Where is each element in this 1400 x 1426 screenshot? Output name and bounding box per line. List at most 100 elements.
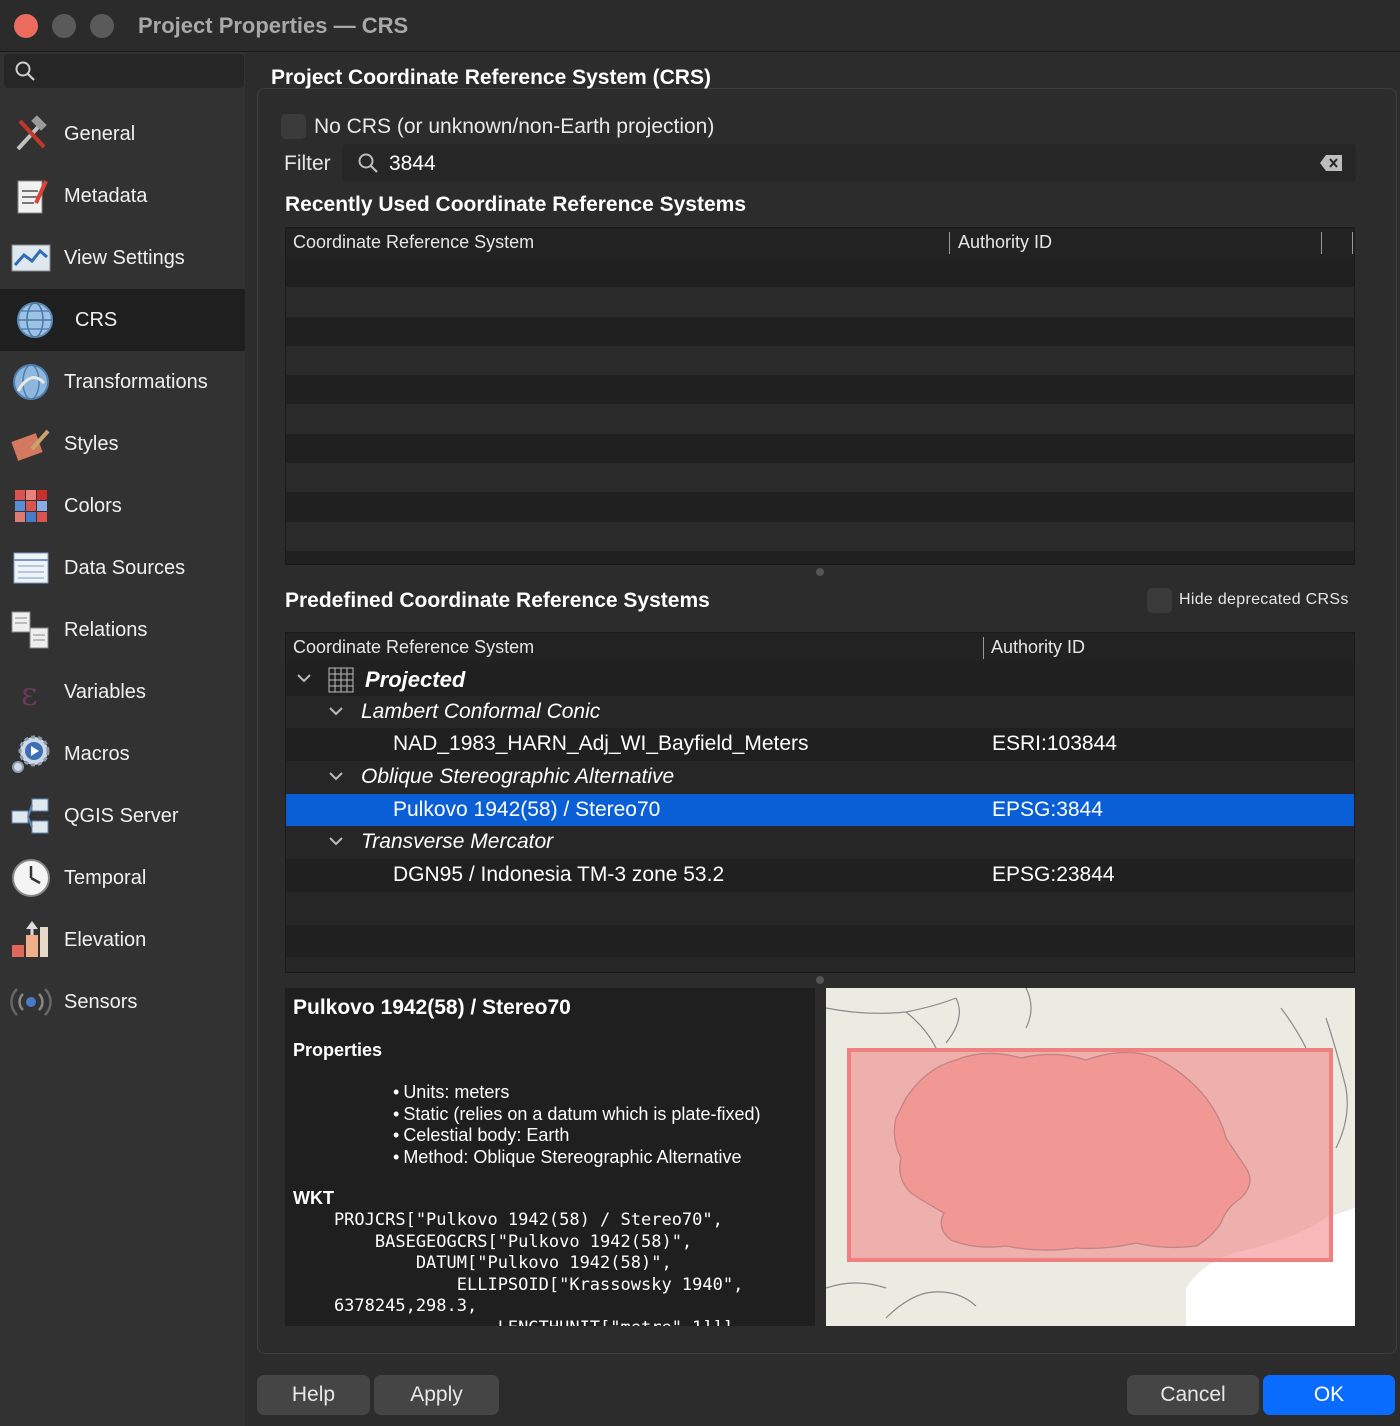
sidebar-item-label: Data Sources [64, 556, 186, 579]
sidebar-item-label: Styles [64, 432, 119, 455]
help-button[interactable]: Help [257, 1375, 370, 1415]
property-item: Static (relies on a datum which is plate… [393, 1104, 760, 1126]
tree-row-projected[interactable]: Projected [286, 663, 1354, 696]
tree-row-lambert[interactable]: Lambert Conformal Conic [286, 695, 1354, 729]
sidebar-item-label: Relations [64, 618, 148, 641]
predefined-crs-tree[interactable]: Coordinate Reference System Authority ID… [285, 632, 1355, 973]
no-crs-label: No CRS (or unknown/non-Earth projection) [314, 115, 715, 138]
empty-row [286, 463, 1354, 493]
sidebar-item-general[interactable]: General [0, 103, 245, 165]
properties-heading: Properties [293, 1040, 383, 1060]
sidebar-item-variables[interactable]: ε Variables [0, 661, 245, 723]
properties-list: Units: meters Static (relies on a datum … [393, 1082, 760, 1168]
elevation-icon [10, 919, 52, 961]
tree-row-transverse[interactable]: Transverse Mercator [286, 826, 1354, 860]
predefined-table-header: Coordinate Reference System Authority ID [286, 633, 1354, 663]
filter-input[interactable]: 3844 [342, 144, 1356, 182]
sidebar-item-label: General [64, 122, 136, 145]
relations-icon [10, 609, 52, 651]
search-icon [358, 153, 378, 173]
sidebar-item-transformations[interactable]: Transformations [0, 351, 245, 413]
empty-row [286, 375, 1354, 404]
predefined-crs-title: Predefined Coordinate Reference Systems [285, 589, 710, 612]
sidebar-item-crs[interactable]: CRS [0, 289, 245, 351]
sidebar-item-label: Colors [64, 494, 122, 517]
empty-row [286, 258, 1354, 287]
sidebar-item-label: QGIS Server [64, 804, 179, 827]
svg-text:ε: ε [21, 675, 38, 713]
sidebar-search-input[interactable] [4, 54, 244, 88]
recent-crs-table[interactable]: Coordinate Reference System Authority ID [285, 227, 1355, 565]
crs-globe-icon [14, 299, 56, 341]
sidebar-item-macros[interactable]: Macros [0, 723, 245, 785]
sidebar-item-label: Variables [64, 680, 146, 703]
sidebar-item-styles[interactable]: Styles [0, 413, 245, 475]
empty-row [286, 345, 1354, 376]
tree-label: Oblique Stereographic Alternative [361, 765, 675, 789]
variables-icon: ε [10, 671, 52, 713]
sidebar-item-elevation[interactable]: Elevation [0, 909, 245, 971]
crs-info-panel: Pulkovo 1942(58) / Stereo70 Properties U… [285, 988, 815, 1326]
column-header-authority-id[interactable]: Authority ID [991, 637, 1085, 658]
sidebar-item-temporal[interactable]: Temporal [0, 847, 245, 909]
hide-deprecated-checkbox[interactable] [1147, 588, 1172, 613]
qgis-server-icon [10, 795, 52, 837]
empty-row [286, 521, 1354, 551]
no-crs-checkbox[interactable] [281, 114, 306, 139]
property-item: Celestial body: Earth [393, 1125, 760, 1147]
sidebar: General Metadata View Settings CRS Trans… [0, 52, 245, 1426]
extent-map-canvas [826, 988, 1355, 1326]
column-divider [1352, 232, 1353, 254]
close-window-button[interactable] [14, 14, 38, 38]
column-header-crs[interactable]: Coordinate Reference System [293, 637, 534, 658]
sidebar-item-metadata[interactable]: Metadata [0, 165, 245, 227]
filter-label: Filter [284, 152, 331, 175]
ok-button[interactable]: OK [1263, 1375, 1395, 1415]
clear-filter-icon[interactable] [1320, 155, 1342, 171]
property-item: Units: meters [393, 1082, 760, 1104]
grid-projection-icon [328, 667, 354, 693]
maximize-window-button[interactable] [90, 14, 114, 38]
apply-button[interactable]: Apply [374, 1375, 499, 1415]
sidebar-item-label: Elevation [64, 928, 147, 951]
group-title: Project Coordinate Reference System (CRS… [271, 66, 711, 89]
sidebar-item-colors[interactable]: Colors [0, 475, 245, 537]
chevron-down-icon[interactable] [296, 671, 312, 685]
recent-crs-title: Recently Used Coordinate Reference Syste… [285, 193, 747, 216]
empty-row [286, 404, 1354, 434]
column-header-authority-id[interactable]: Authority ID [958, 232, 1052, 253]
splitter-handle[interactable] [816, 976, 824, 984]
sidebar-item-qgis-server[interactable]: QGIS Server [0, 785, 245, 847]
filter-value: 3844 [389, 152, 436, 175]
sidebar-item-label: Macros [64, 742, 130, 765]
chevron-down-icon[interactable] [328, 704, 344, 718]
chevron-down-icon[interactable] [328, 769, 344, 783]
cancel-button[interactable]: Cancel [1127, 1375, 1259, 1415]
search-icon [15, 61, 35, 81]
empty-row [286, 492, 1354, 521]
sidebar-item-view-settings[interactable]: View Settings [0, 227, 245, 289]
transformations-icon [10, 361, 52, 403]
sidebar-item-relations[interactable]: Relations [0, 599, 245, 661]
wkt-heading: WKT [293, 1188, 334, 1208]
crs-extent-map[interactable] [826, 988, 1355, 1326]
sidebar-item-data-sources[interactable]: Data Sources [0, 537, 245, 599]
empty-row [286, 317, 1354, 346]
tree-label: Transverse Mercator [361, 830, 554, 854]
minimize-window-button[interactable] [52, 14, 76, 38]
splitter-handle[interactable] [816, 568, 824, 576]
tree-row-crs-item[interactable]: DGN95 / Indonesia TM-3 zone 53.2 EPSG:23… [286, 859, 1354, 892]
tree-row-crs-item-selected[interactable]: Pulkovo 1942(58) / Stereo70 EPSG:3844 [286, 793, 1354, 827]
column-header-crs[interactable]: Coordinate Reference System [293, 232, 534, 253]
general-tools-icon [10, 113, 52, 155]
window-title: Project Properties — CRS [138, 13, 409, 38]
sidebar-item-label: Temporal [64, 866, 147, 889]
crs-name: Pulkovo 1942(58) / Stereo70 [393, 797, 661, 821]
recent-table-header: Coordinate Reference System Authority ID [286, 228, 1354, 258]
tree-row-oblique[interactable]: Oblique Stereographic Alternative [286, 761, 1354, 794]
chevron-down-icon[interactable] [328, 834, 344, 848]
column-divider [949, 232, 950, 254]
sidebar-item-label: View Settings [64, 246, 185, 269]
sidebar-item-sensors[interactable]: Sensors [0, 971, 245, 1033]
tree-row-crs-item[interactable]: NAD_1983_HARN_Adj_WI_Bayfield_Meters ESR… [286, 728, 1354, 761]
